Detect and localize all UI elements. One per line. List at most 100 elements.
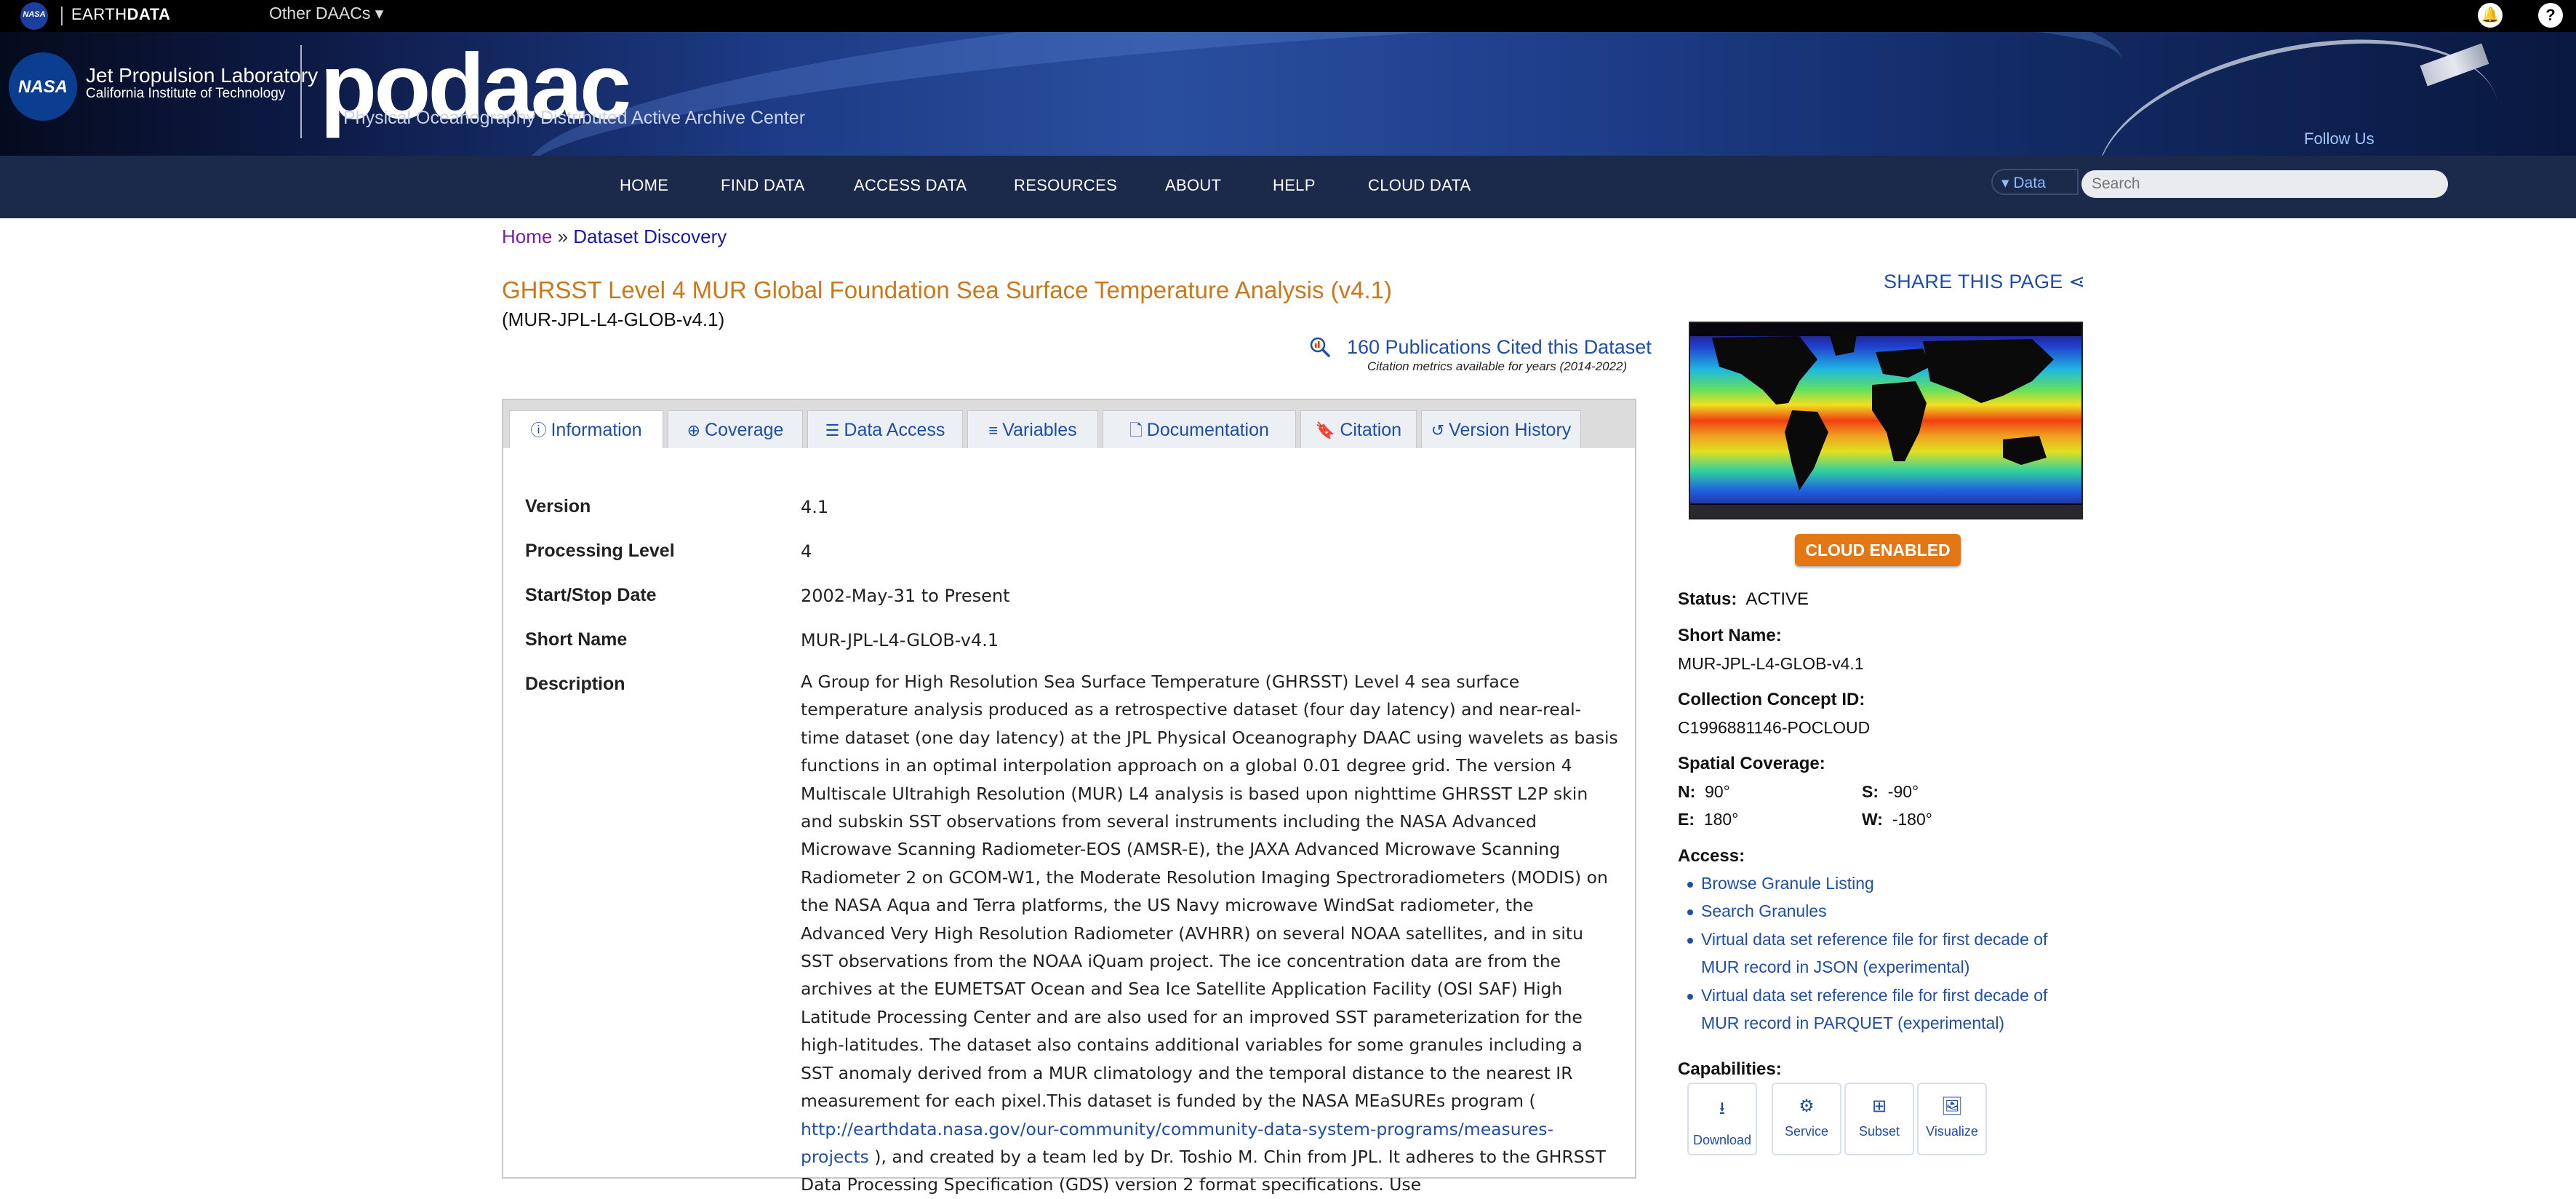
coverage-west: W: -180° <box>1862 810 1932 829</box>
json-reference-link-line2[interactable]: MUR record in JSON (experimental) <box>1701 957 1969 977</box>
json-reference-link-line1[interactable]: Virtual data set reference file for firs… <box>1701 930 2047 949</box>
sidebar-short-name-label: Short Name: <box>1678 626 1782 646</box>
publications-link[interactable]: 160 Publications Cited this Dataset <box>1347 336 1652 359</box>
tab-variables[interactable]: ≡ Variables <box>967 410 1098 450</box>
access-label: Access: <box>1678 846 1745 866</box>
capability-download-button[interactable]: ⭳ Download <box>1687 1083 1757 1155</box>
data-scope-label: Data <box>2013 175 2046 191</box>
status-label: Status: <box>1678 589 1737 609</box>
capability-subset-button[interactable]: ⊞ Subset <box>1844 1083 1914 1155</box>
version-label: Version <box>525 496 591 517</box>
banner-divider <box>300 45 302 138</box>
podaac-banner: NASA Jet Propulsion Laboratory Californi… <box>0 32 2576 156</box>
parquet-reference-link-line1[interactable]: Virtual data set reference file for firs… <box>1701 986 2047 1005</box>
tab-information[interactable]: ⓘ Information <box>509 410 663 450</box>
nasa-logo-icon[interactable]: NASA <box>9 52 77 121</box>
dataset-short-name: (MUR-JPL-L4-GLOB-v4.1) <box>502 308 725 330</box>
search-granules-link[interactable]: Search Granules <box>1701 901 1827 921</box>
bullet <box>1687 882 1693 888</box>
description-part2: ), and created by a team led by Dr. Tosh… <box>801 1146 1606 1195</box>
nav-help[interactable]: HELP <box>1273 176 1316 195</box>
image-icon: 🖼 <box>1940 1096 1964 1116</box>
north-value: 90° <box>1705 782 1730 801</box>
bullet <box>1687 909 1693 915</box>
sst-global-map-image <box>1690 323 2081 518</box>
access-label-row: Access: <box>1678 846 1745 867</box>
nav-home[interactable]: HOME <box>620 176 668 195</box>
nav-resources[interactable]: RESOURCES <box>1014 176 1117 195</box>
breadcrumb-home[interactable]: Home <box>502 226 552 247</box>
coverage-east: E: 180° <box>1678 810 1738 829</box>
west-value: -180° <box>1892 810 1932 829</box>
sidebar-short-name-value: MUR-JPL-L4-GLOB-v4.1 <box>1678 654 1864 673</box>
gears-icon: ⚙ <box>1799 1096 1815 1116</box>
nasa-meatball-icon[interactable]: NASA <box>20 2 48 30</box>
tab-coverage[interactable]: ⊕ Coverage <box>668 410 803 450</box>
breadcrumb: Home » Dataset Discovery <box>502 226 727 248</box>
tab-documentation[interactable]: 🗋 Documentation <box>1103 410 1296 450</box>
east-value: 180° <box>1703 810 1739 829</box>
south-label: S: <box>1862 782 1879 801</box>
cloud-enabled-badge: CLOUD ENABLED <box>1795 534 1961 566</box>
west-label: W: <box>1862 810 1883 829</box>
tab-information-label: Information <box>551 420 642 440</box>
earthdata-suffix: DATA <box>127 5 171 23</box>
spatial-coverage-label-row: Spatial Coverage: <box>1678 754 1825 774</box>
download-label: Download <box>1692 1133 1752 1147</box>
breadcrumb-separator: » <box>552 226 574 247</box>
jpl-name[interactable]: Jet Propulsion Laboratory <box>86 64 318 87</box>
east-label: E: <box>1678 810 1695 829</box>
list-icon: ≡ <box>988 421 999 439</box>
start-stop-date-value: 2002-May-31 to Present <box>801 586 1010 606</box>
podaac-subtitle: Physical Oceanography Distributed Active… <box>343 108 806 128</box>
breadcrumb-dataset-discovery[interactable]: Dataset Discovery <box>573 226 727 247</box>
share-icon: ⋖ <box>2068 271 2086 292</box>
other-daacs-dropdown[interactable]: Other DAACs ▾ <box>269 4 383 23</box>
nav-access-data[interactable]: ACCESS DATA <box>854 176 967 195</box>
description-label: Description <box>525 674 625 694</box>
browse-granule-listing-link[interactable]: Browse Granule Listing <box>1701 874 1874 893</box>
processing-level-value: 4 <box>801 541 812 562</box>
tab-variables-label: Variables <box>1002 420 1077 440</box>
tab-documentation-label: Documentation <box>1146 420 1269 440</box>
nav-cloud-data[interactable]: CLOUD DATA <box>1368 176 1471 195</box>
ccid-label: Collection Concept ID: <box>1678 690 1865 709</box>
bullet <box>1687 994 1693 1000</box>
data-scope-select[interactable]: ▾ Data <box>1991 169 2079 195</box>
database-icon: ☰ <box>825 421 840 439</box>
search-input[interactable] <box>2081 170 2448 198</box>
publications-search-icon <box>1310 337 1330 357</box>
capability-service-button[interactable]: ⚙ Service <box>1772 1083 1841 1155</box>
notification-bell-icon[interactable]: 🔔 <box>2478 3 2503 28</box>
bullet <box>1687 938 1693 944</box>
earthdata-link[interactable]: EARTHDATA <box>71 5 171 24</box>
parquet-reference-link-line2[interactable]: MUR record in PARQUET (experimental) <box>1701 1013 2004 1033</box>
tab-citation-label: Citation <box>1340 420 1402 440</box>
short-name-value: MUR-JPL-L4-GLOB-v4.1 <box>801 630 999 650</box>
service-label: Service <box>1784 1124 1829 1139</box>
nasa-logo-text: NASA <box>17 77 68 97</box>
tab-data-access[interactable]: ☰ Data Access <box>807 410 963 450</box>
file-icon: 🗋 <box>1129 421 1143 439</box>
dataset-title: GHRSST Level 4 MUR Global Foundation Sea… <box>502 276 1393 303</box>
history-icon: ↺ <box>1431 421 1445 439</box>
short-name-label: Short Name <box>525 629 628 650</box>
nav-find-data[interactable]: FIND DATA <box>721 176 805 195</box>
tab-version-history[interactable]: ↺ Version History <box>1421 410 1581 450</box>
share-this-page[interactable]: SHARE THIS PAGE ⋖ <box>1884 271 2085 293</box>
help-icon[interactable]: ? <box>2538 3 2563 28</box>
tab-coverage-label: Coverage <box>705 420 784 440</box>
tab-data-access-label: Data Access <box>844 420 945 440</box>
subset-label: Subset <box>1858 1124 1900 1139</box>
status-value: ACTIVE <box>1745 589 1809 609</box>
description-part1: A Group for High Resolution Sea Surface … <box>801 672 1618 1112</box>
tab-citation[interactable]: 🔖 Citation <box>1300 410 1417 450</box>
capabilities-label-row: Capabilities: <box>1678 1059 1782 1080</box>
follow-us-link[interactable]: Follow Us <box>2304 130 2375 148</box>
south-value: -90° <box>1887 782 1919 801</box>
sitemap-icon: ⊞ <box>1871 1096 1887 1116</box>
nav-about[interactable]: ABOUT <box>1165 176 1221 195</box>
download-icon: ⭳ <box>1719 1099 1726 1118</box>
top-bar: NASA EARTHDATA Other DAACs ▾ 🔔 ? <box>0 0 2576 32</box>
capability-visualize-button[interactable]: 🖼 Visualize <box>1917 1083 1987 1155</box>
